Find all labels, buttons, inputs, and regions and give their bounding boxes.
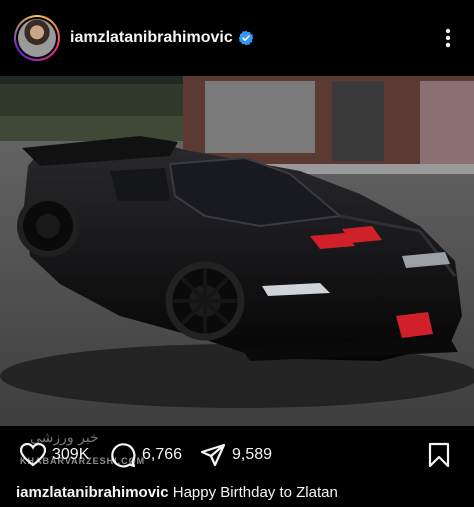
comment-count: 6,766 [142,446,183,463]
avatar [18,19,56,57]
share-button[interactable]: 9,589 [200,441,272,469]
post-image[interactable] [0,76,474,426]
caption-text: Happy Birthday to Zlatan [172,484,338,501]
car-photo [0,76,474,426]
post-username[interactable]: iamzlatanibrahimovic [70,29,233,47]
profile-avatar[interactable] [14,15,60,61]
caption-username[interactable]: iamzlatanibrahimovic [16,484,169,501]
verified-badge-icon [238,30,254,46]
save-button[interactable] [428,441,450,469]
more-options-icon[interactable] [436,26,460,50]
watermark-text: KHABARVARZESHI.COM [20,456,146,466]
watermark-logo: خبر ورزشی [30,430,99,446]
post-header: iamzlatanibrahimovic [0,0,474,76]
bookmark-icon [428,442,450,468]
send-paper-plane-icon [200,443,226,467]
share-count: 9,589 [232,446,273,463]
post-caption: iamzlatanibrahimovic Happy Birthday to Z… [16,484,338,501]
